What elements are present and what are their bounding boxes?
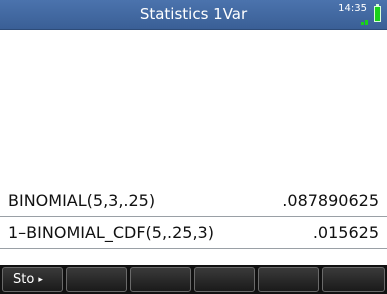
sto-label: Sto <box>13 272 35 287</box>
history-entry-selected[interactable]: 1–BINOMIAL_CDF(5,.25,3) .015625 <box>0 216 387 249</box>
app-title: Statistics 1Var <box>139 5 248 23</box>
title-bar: Statistics 1Var 14:35 <box>0 0 387 30</box>
softkey-5[interactable] <box>258 267 319 292</box>
battery-icon <box>374 6 381 22</box>
softkey-4[interactable] <box>194 267 255 292</box>
softkey-6[interactable] <box>322 267 385 292</box>
softkey-3[interactable] <box>130 267 191 292</box>
history-expression: 1–BINOMIAL_CDF(5,.25,3) <box>8 223 214 242</box>
calculator-screen: Statistics 1Var 14:35 BINOMIAL(5,3,.25) … <box>0 0 387 294</box>
sto-button[interactable]: Sto ▸ <box>2 267 63 292</box>
history-result: .087890625 <box>282 191 379 210</box>
history-expression: BINOMIAL(5,3,.25) <box>8 191 156 210</box>
signal-icon <box>361 20 368 25</box>
arrow-right-icon: ▸ <box>38 275 43 285</box>
history-result: .015625 <box>312 223 379 242</box>
history-entry[interactable]: BINOMIAL(5,3,.25) .087890625 <box>0 183 387 216</box>
softkey-2[interactable] <box>66 267 127 292</box>
clock: 14:35 <box>338 3 367 14</box>
soft-menu-bar: Sto ▸ <box>0 265 387 294</box>
history-area[interactable]: BINOMIAL(5,3,.25) .087890625 1–BINOMIAL_… <box>0 30 387 256</box>
